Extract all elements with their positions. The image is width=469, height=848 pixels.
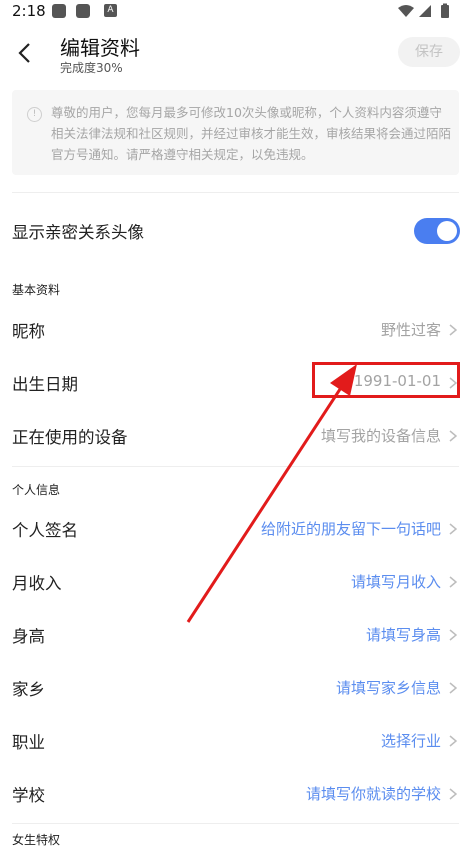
intimacy-avatar-row: 显示亲密关系头像	[0, 204, 469, 257]
device-label: 正在使用的设备	[12, 428, 128, 447]
notification-icon	[52, 4, 66, 18]
app-notification-icon: A	[104, 4, 117, 17]
intimacy-avatar-toggle[interactable]	[414, 218, 460, 244]
top-bar: 编辑资料 完成度30% 保存	[0, 24, 469, 84]
female-section-title: 女生特权	[12, 833, 61, 847]
hometown-value: 请填写家乡信息	[335, 679, 441, 697]
nickname-row[interactable]: 昵称 野性过客	[0, 303, 469, 356]
chevron-right-icon	[449, 788, 457, 800]
wifi-battery-icon	[398, 3, 449, 18]
notice-text: 尊敬的用户，您每月最多可修改10次头像或昵称，个人资料内容须遵守相关法律法规和社…	[51, 105, 452, 162]
income-label: 月收入	[12, 574, 62, 593]
divider	[12, 192, 459, 193]
signature-row[interactable]: 个人签名 给附近的朋友留下一句话吧	[0, 502, 469, 555]
hometown-row[interactable]: 家乡 请填写家乡信息	[0, 661, 469, 714]
intimacy-avatar-label: 显示亲密关系头像	[12, 223, 144, 242]
divider	[12, 466, 459, 467]
completion-text: 完成度30%	[60, 61, 123, 75]
info-icon: !	[27, 107, 42, 122]
nickname-value: 野性过客	[380, 321, 441, 339]
annotation-highlight-box	[312, 362, 460, 398]
income-value: 请填写月收入	[350, 573, 441, 591]
birthday-label: 出生日期	[12, 375, 78, 394]
nickname-label: 昵称	[12, 322, 45, 341]
height-row[interactable]: 身高 请填写身高	[0, 608, 469, 661]
status-icons	[397, 3, 457, 23]
status-time: 2:18	[12, 2, 46, 20]
save-button[interactable]: 保存	[398, 37, 460, 67]
chevron-right-icon	[449, 430, 457, 442]
toggle-knob	[437, 221, 457, 241]
hometown-label: 家乡	[12, 680, 45, 699]
chevron-right-icon	[449, 682, 457, 694]
chevron-right-icon	[449, 523, 457, 535]
chevron-right-icon	[449, 629, 457, 641]
device-value: 填写我的设备信息	[320, 427, 441, 445]
signature-label: 个人签名	[12, 521, 78, 540]
job-value: 选择行业	[380, 732, 441, 750]
chevron-right-icon	[449, 735, 457, 747]
income-row[interactable]: 月收入 请填写月收入	[0, 555, 469, 608]
height-value: 请填写身高	[365, 626, 441, 644]
chevron-right-icon	[449, 324, 457, 336]
job-label: 职业	[12, 733, 45, 752]
school-value: 请填写你就读的学校	[305, 785, 441, 803]
device-row[interactable]: 正在使用的设备 填写我的设备信息	[0, 409, 469, 462]
school-row[interactable]: 学校 请填写你就读的学校	[0, 767, 469, 820]
chevron-right-icon	[449, 576, 457, 588]
signature-value: 给附近的朋友留下一句话吧	[260, 520, 441, 538]
back-icon[interactable]	[14, 40, 36, 66]
job-row[interactable]: 职业 选择行业	[0, 714, 469, 767]
page-title: 编辑资料	[60, 36, 140, 60]
basic-section-title: 基本资料	[12, 283, 61, 297]
height-label: 身高	[12, 627, 45, 646]
school-label: 学校	[12, 786, 45, 805]
status-bar: 2:18 A	[0, 0, 469, 24]
notice-box: ! 尊敬的用户，您每月最多可修改10次头像或昵称，个人资料内容须遵守相关法律法规…	[12, 90, 459, 175]
notification-icon	[76, 4, 90, 18]
divider	[12, 823, 459, 824]
personal-section-title: 个人信息	[12, 483, 61, 497]
